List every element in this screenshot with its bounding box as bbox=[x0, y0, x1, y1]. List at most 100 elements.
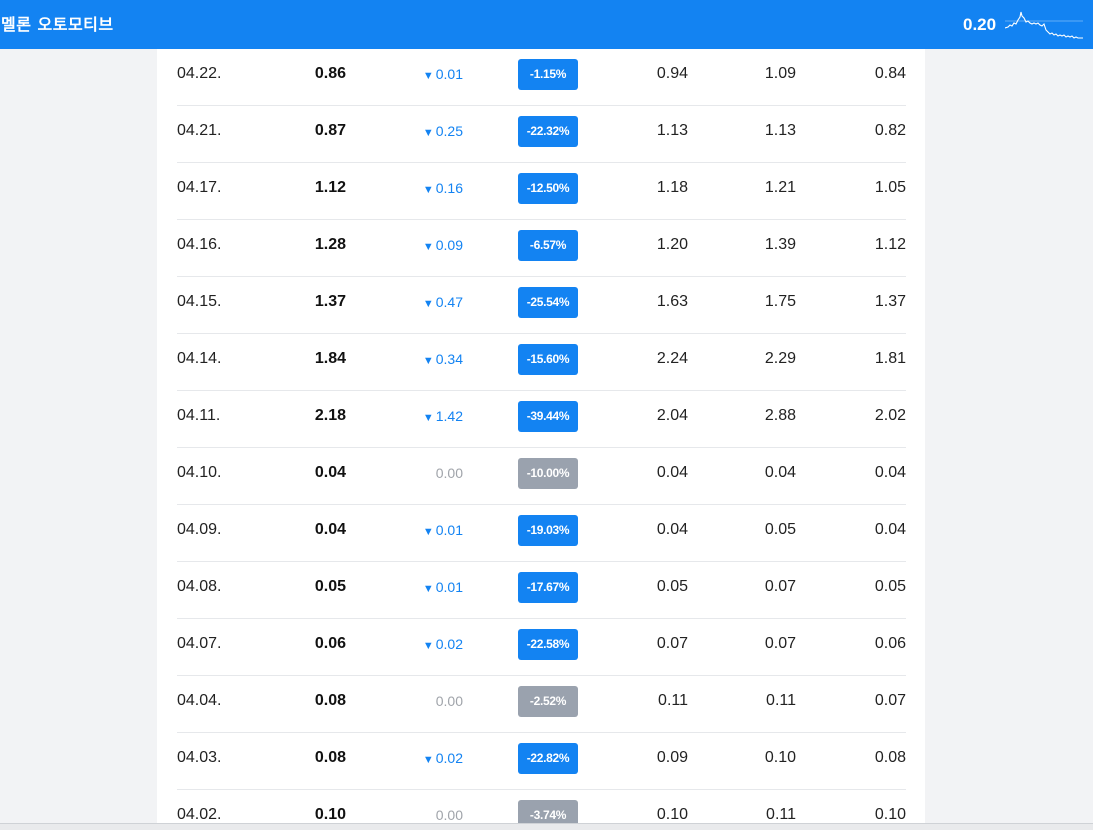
down-arrow-icon: ▼ bbox=[422, 70, 434, 82]
change-rate-badge: -22.32% bbox=[518, 116, 578, 147]
change-cell: ▼ 0.16 bbox=[423, 163, 463, 213]
low-price-cell: 1.81 bbox=[874, 350, 906, 367]
low-price-cell: 0.07 bbox=[874, 692, 906, 709]
change-rate-badge: -19.03% bbox=[518, 515, 578, 546]
low-price-cell: 0.10 bbox=[874, 806, 906, 823]
high-price-cell: 1.21 bbox=[764, 179, 796, 196]
change-rate-badge: -3.74% bbox=[518, 800, 578, 823]
change-rate-badge: -2.52% bbox=[518, 686, 578, 717]
table-row: 04.16. 1.28 ▼ 0.09 -6.57% 1.20 1.39 1.12 bbox=[177, 220, 906, 277]
open-price-cell: 0.04 bbox=[656, 464, 688, 481]
change-rate-badge: -12.50% bbox=[518, 173, 578, 204]
table-row: 04.10. 0.04 0.00 -10.00% 0.04 0.04 0.04 bbox=[177, 448, 906, 505]
change-rate-badge: -22.58% bbox=[518, 629, 578, 660]
date-cell: 04.08. bbox=[177, 578, 222, 595]
change-value: 0.16 bbox=[435, 180, 463, 196]
change-rate-badge: -6.57% bbox=[518, 230, 578, 261]
date-cell: 04.10. bbox=[177, 464, 222, 481]
table-row: 04.14. 1.84 ▼ 0.34 -15.60% 2.24 2.29 1.81 bbox=[177, 334, 906, 391]
change-cell: ▼ 0.25 bbox=[423, 106, 463, 156]
close-price-cell: 0.04 bbox=[314, 521, 346, 538]
price-sparkline-icon bbox=[1005, 11, 1083, 39]
close-price-cell: 1.28 bbox=[314, 236, 346, 253]
table-row: 04.17. 1.12 ▼ 0.16 -12.50% 1.18 1.21 1.05 bbox=[177, 163, 906, 220]
change-value: 0.02 bbox=[435, 750, 463, 766]
change-rate-badge: -22.82% bbox=[518, 743, 578, 774]
open-price-cell: 1.13 bbox=[656, 122, 688, 139]
date-cell: 04.16. bbox=[177, 236, 222, 253]
open-price-cell: 1.63 bbox=[656, 293, 688, 310]
table-row: 04.22. 0.86 ▼ 0.01 -1.15% 0.94 1.09 0.84 bbox=[177, 49, 906, 106]
change-value: 0.01 bbox=[435, 579, 463, 595]
change-cell: ▼ 0.01 bbox=[423, 49, 463, 99]
date-cell: 04.03. bbox=[177, 749, 222, 766]
close-price-cell: 0.10 bbox=[314, 806, 346, 823]
close-price-cell: 2.18 bbox=[314, 407, 346, 424]
stock-name[interactable]: 멜론 오토모티브 bbox=[1, 11, 114, 35]
table-row: 04.07. 0.06 ▼ 0.02 -22.58% 0.07 0.07 0.06 bbox=[177, 619, 906, 676]
date-cell: 04.22. bbox=[177, 65, 222, 82]
high-price-cell: 1.13 bbox=[764, 122, 796, 139]
change-cell: ▼ 0.09 bbox=[423, 220, 463, 270]
change-cell: ▼ 0.01 bbox=[423, 562, 463, 612]
close-price-cell: 0.08 bbox=[314, 749, 346, 766]
open-price-cell: 2.04 bbox=[656, 407, 688, 424]
down-arrow-icon: ▼ bbox=[422, 127, 434, 139]
open-price-cell: 0.94 bbox=[656, 65, 688, 82]
down-arrow-icon: ▼ bbox=[422, 241, 434, 253]
open-price-cell: 0.10 bbox=[656, 806, 688, 823]
table-row: 04.15. 1.37 ▼ 0.47 -25.54% 1.63 1.75 1.37 bbox=[177, 277, 906, 334]
low-price-cell: 0.06 bbox=[874, 635, 906, 652]
down-arrow-icon: ▼ bbox=[422, 412, 434, 424]
open-price-cell: 2.24 bbox=[656, 350, 688, 367]
change-value: 0.09 bbox=[435, 237, 463, 253]
change-cell: ▼ 0.47 bbox=[423, 277, 463, 327]
low-price-cell: 1.05 bbox=[874, 179, 906, 196]
close-price-cell: 0.05 bbox=[314, 578, 346, 595]
date-cell: 04.17. bbox=[177, 179, 222, 196]
low-price-cell: 1.12 bbox=[874, 236, 906, 253]
change-value: 0.01 bbox=[435, 66, 463, 82]
low-price-cell: 0.04 bbox=[874, 521, 906, 538]
table-row: 04.02. 0.10 0.00 -3.74% 0.10 0.11 0.10 bbox=[177, 790, 906, 823]
change-value: 0.02 bbox=[435, 636, 463, 652]
close-price-cell: 0.04 bbox=[314, 464, 346, 481]
change-rate-badge: -1.15% bbox=[518, 59, 578, 90]
high-price-cell: 0.07 bbox=[764, 635, 796, 652]
close-price-cell: 0.87 bbox=[314, 122, 346, 139]
table-row: 04.08. 0.05 ▼ 0.01 -17.67% 0.05 0.07 0.05 bbox=[177, 562, 906, 619]
change-value: 0.47 bbox=[435, 294, 463, 310]
high-price-cell: 1.09 bbox=[764, 65, 796, 82]
down-arrow-icon: ▼ bbox=[422, 754, 434, 766]
low-price-cell: 0.08 bbox=[874, 749, 906, 766]
down-arrow-icon: ▼ bbox=[422, 298, 434, 310]
close-price-cell: 1.12 bbox=[314, 179, 346, 196]
change-cell: 0.00 bbox=[436, 676, 463, 726]
app-header: 멜론 오토모티브 0.20 bbox=[0, 0, 1093, 49]
down-arrow-icon: ▼ bbox=[422, 355, 434, 367]
change-cell: ▼ 0.01 bbox=[423, 505, 463, 555]
current-price: 0.20 bbox=[963, 15, 997, 34]
change-cell: ▼ 1.42 bbox=[423, 391, 463, 441]
down-arrow-icon: ▼ bbox=[422, 583, 434, 595]
change-cell: 0.00 bbox=[436, 448, 463, 498]
down-arrow-icon: ▼ bbox=[422, 184, 434, 196]
high-price-cell: 0.04 bbox=[764, 464, 796, 481]
close-price-cell: 0.08 bbox=[314, 692, 346, 709]
change-value: 0.00 bbox=[435, 465, 463, 481]
high-price-cell: 1.39 bbox=[764, 236, 796, 253]
change-rate-badge: -15.60% bbox=[518, 344, 578, 375]
open-price-cell: 0.07 bbox=[656, 635, 688, 652]
close-price-cell: 0.86 bbox=[314, 65, 346, 82]
change-value: 0.00 bbox=[435, 693, 463, 709]
low-price-cell: 0.84 bbox=[874, 65, 906, 82]
open-price-cell: 0.11 bbox=[658, 692, 688, 709]
change-value: 0.34 bbox=[435, 351, 463, 367]
table-row: 04.03. 0.08 ▼ 0.02 -22.82% 0.09 0.10 0.08 bbox=[177, 733, 906, 790]
date-cell: 04.04. bbox=[177, 692, 222, 709]
date-cell: 04.11. bbox=[177, 407, 221, 424]
date-cell: 04.09. bbox=[177, 521, 222, 538]
change-rate-badge: -39.44% bbox=[518, 401, 578, 432]
high-price-cell: 0.05 bbox=[764, 521, 796, 538]
close-price-cell: 0.06 bbox=[314, 635, 346, 652]
